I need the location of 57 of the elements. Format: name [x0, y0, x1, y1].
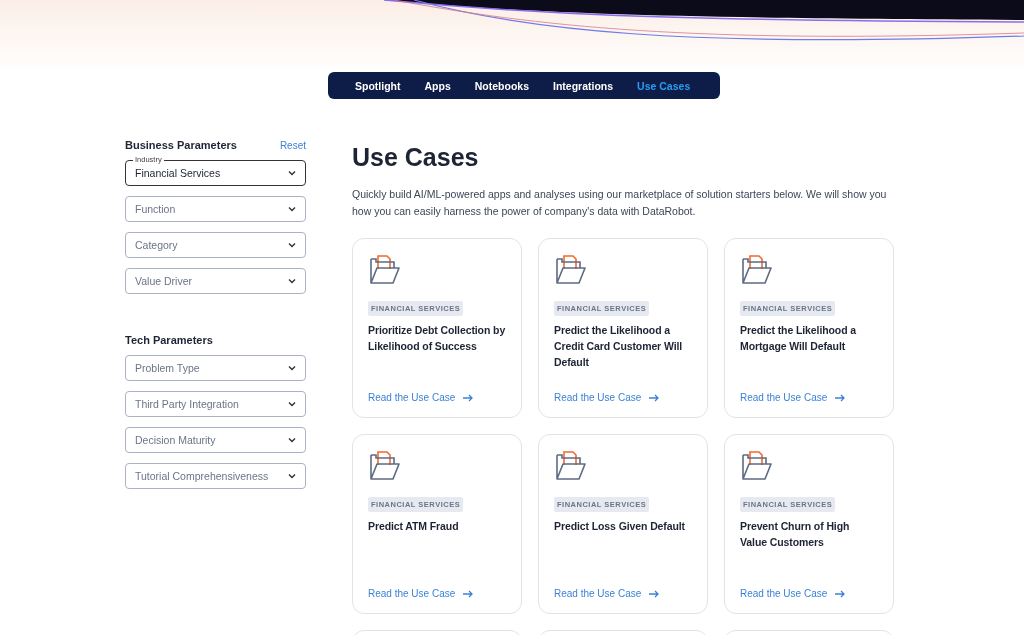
- chevron-icon: [288, 206, 296, 212]
- dropdown-placeholder: Tutorial Comprehensiveness: [135, 470, 269, 482]
- folder-icon: [555, 255, 587, 285]
- dropdown[interactable]: Third Party Integration: [125, 391, 306, 417]
- dropdown[interactable]: Problem Type: [125, 355, 306, 381]
- dropdown[interactable]: Function: [125, 196, 306, 222]
- nav-tab[interactable]: Notebooks: [462, 79, 541, 92]
- nav-tab[interactable]: Apps: [412, 79, 463, 92]
- folder-icon: [555, 451, 587, 481]
- folder-icon: [741, 255, 773, 285]
- chevron-icon: [288, 473, 296, 479]
- card-title: Prioritize Debt Collection by Likelihood of Success: [368, 323, 506, 354]
- folder-icon: [369, 255, 401, 285]
- dropdown-placeholder: Value Driver: [135, 275, 192, 287]
- card-title: Predict the Likelihood a Credit Card Customer Will Default: [554, 323, 684, 370]
- dropdown[interactable]: Category: [125, 232, 306, 258]
- arrow-right-icon: [463, 589, 475, 598]
- dropdown-placeholder: Problem Type: [135, 362, 200, 374]
- arrow-right-icon: [649, 393, 661, 402]
- dropdown-placeholder: Third Party Integration: [135, 398, 239, 410]
- dropdown-value: Financial Services: [135, 167, 221, 179]
- dropdown-placeholder: Decision Maturity: [135, 434, 216, 446]
- section-title: Tech Parameters: [125, 334, 213, 346]
- read-link[interactable]: Read the Use Case: [554, 392, 661, 403]
- chevron-icon: [288, 437, 296, 443]
- intro-text: Quickly build AI/ML-powered apps and analyses using our marketplace of solution starters below. We will show you how you can easily harness the power of company's data with DataRobot.: [352, 187, 888, 219]
- dropdown-placeholder: Category: [135, 239, 178, 251]
- dropdown[interactable]: Tutorial Comprehensiveness: [125, 463, 306, 489]
- chevron-icon: [288, 170, 296, 176]
- chevron-icon: [288, 278, 296, 284]
- arrow-right-icon: [835, 393, 847, 402]
- chevron-icon: [288, 242, 296, 248]
- dropdown-placeholder: Function: [135, 203, 176, 215]
- nav-tab[interactable]: Spotlight: [343, 79, 413, 92]
- nav-tab[interactable]: Use Cases: [625, 79, 703, 92]
- card-title: Predict ATM Fraud: [368, 519, 460, 534]
- dropdown[interactable]: Decision Maturity: [125, 427, 306, 453]
- read-link[interactable]: Read the Use Case: [554, 588, 661, 599]
- dropdown[interactable]: Value Driver: [125, 268, 306, 294]
- nav-tab[interactable]: Integrations: [541, 79, 626, 92]
- read-link[interactable]: Read the Use Case: [740, 588, 847, 599]
- reset-link[interactable]: Reset: [279, 139, 306, 151]
- card-title: Predict the Likelihood a Mortgage Will Default: [740, 323, 858, 354]
- read-link[interactable]: Read the Use Case: [368, 588, 475, 599]
- read-link[interactable]: Read the Use Case: [740, 392, 847, 403]
- arrow-right-icon: [463, 393, 475, 402]
- arrow-right-icon: [649, 589, 661, 598]
- section-title: Business Parameters: [125, 139, 237, 151]
- page-title: Use Cases: [352, 143, 480, 172]
- read-link[interactable]: Read the Use Case: [368, 392, 475, 403]
- folder-icon: [369, 451, 401, 481]
- chevron-icon: [288, 401, 296, 407]
- card-title: Predict Loss Given Default: [554, 519, 687, 534]
- folder-icon: [741, 451, 773, 481]
- card-title: Prevent Churn of High Value Customers: [740, 519, 851, 550]
- chevron-icon: [288, 365, 296, 371]
- arrow-right-icon: [835, 589, 847, 598]
